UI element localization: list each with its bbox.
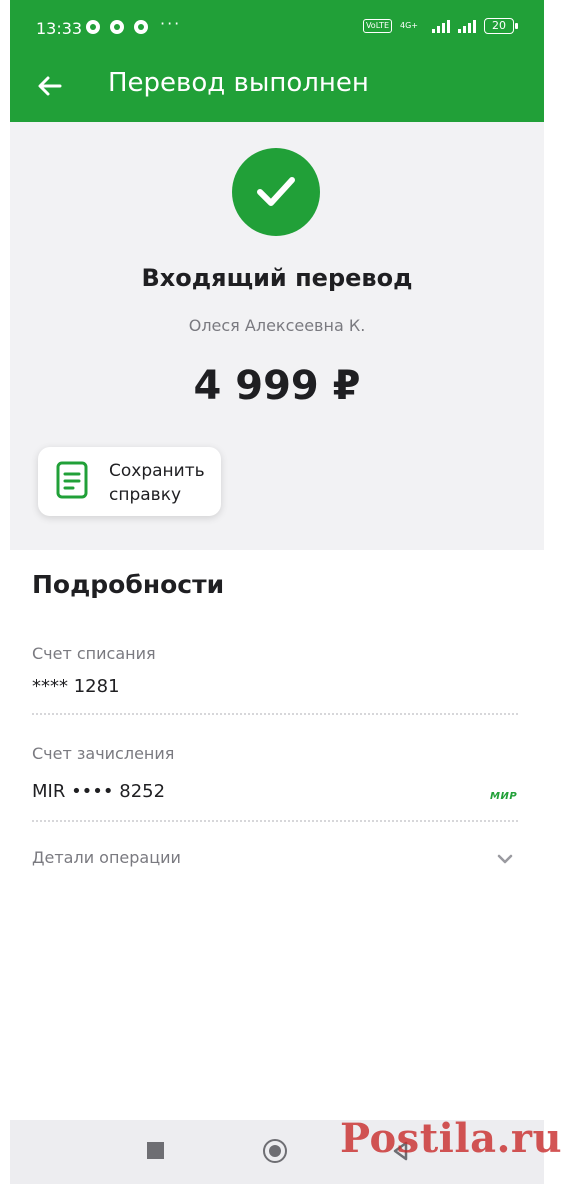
status-right: VoLTE 4G+ 20 (362, 18, 518, 34)
mir-card-logo: МИР (490, 791, 518, 802)
battery-icon: 20 (484, 18, 518, 34)
chrome-icon (134, 20, 148, 34)
debit-account-value: **** 1281 (32, 676, 120, 697)
notification-icons (86, 20, 148, 34)
sender-name: Олеся Алексеевна К. (188, 316, 366, 335)
debit-account-label: Счет списания (32, 644, 156, 663)
transfer-amount: 4 999 ₽ (193, 363, 361, 409)
divider (32, 820, 518, 822)
chevron-down-icon[interactable] (496, 850, 514, 869)
success-check-icon (232, 148, 320, 236)
network-type: 4G+ (400, 21, 418, 30)
phone-screen: 13:33 ··· VoLTE 4G+ 20 Перевод выполнен (10, 0, 544, 1184)
page-title: Перевод выполнен (108, 68, 369, 98)
home-icon[interactable] (263, 1139, 287, 1163)
transfer-summary: Входящий перевод Олеся Алексеевна К. 4 9… (10, 122, 544, 550)
details-heading: Подробности (32, 570, 225, 599)
watermark: Postila.ru (340, 1115, 563, 1162)
recent-apps-icon[interactable] (147, 1142, 164, 1159)
operation-details-toggle[interactable]: Детали операции (32, 848, 181, 867)
signal-icon (458, 19, 476, 33)
volte-icon: VoLTE (362, 19, 392, 33)
more-notifications-icon: ··· (160, 14, 182, 33)
divider (32, 713, 518, 715)
back-arrow-icon[interactable] (34, 70, 66, 102)
signal-icon (432, 19, 450, 33)
save-receipt-label: Сохранить справку (109, 461, 205, 505)
credit-account-value: MIR •••• 8252 (32, 781, 166, 802)
status-time: 13:33 (36, 19, 83, 38)
save-receipt-button[interactable]: Сохранить справку (38, 447, 221, 516)
transfer-type: Входящий перевод (141, 264, 413, 292)
credit-account-label: Счет зачисления (32, 744, 175, 763)
document-icon (56, 461, 90, 505)
status-bar: 13:33 ··· VoLTE 4G+ 20 (10, 0, 544, 50)
chrome-icon (86, 20, 100, 34)
chrome-icon (110, 20, 124, 34)
app-toolbar: Перевод выполнен (10, 50, 544, 122)
